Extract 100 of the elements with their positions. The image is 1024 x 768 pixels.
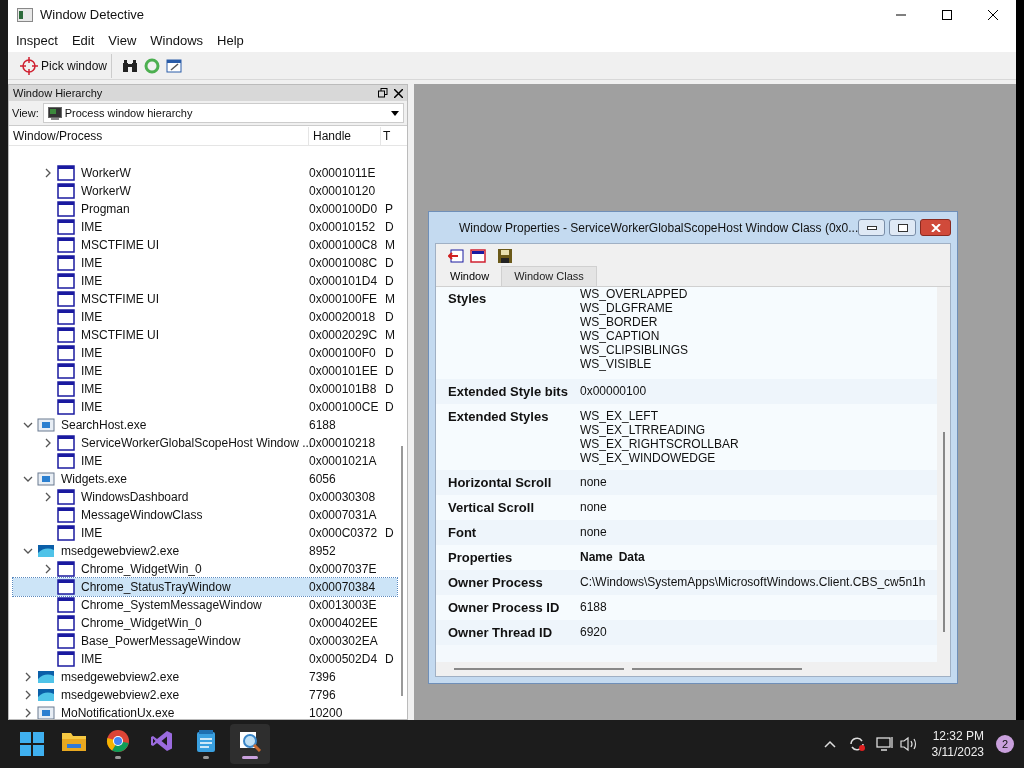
tree-row[interactable]: IME 0x000101B8 D [13, 380, 397, 398]
tree-row[interactable]: Progman 0x000100D0 P [13, 200, 397, 218]
tree-row[interactable]: IME 0x00010152 D [13, 218, 397, 236]
scrollbar-thumb[interactable] [401, 446, 403, 696]
edit-icon[interactable] [166, 57, 183, 74]
tree-label: IME [81, 399, 103, 416]
chevron-up-icon[interactable] [823, 740, 836, 748]
tree-row[interactable]: MoNotificationUx.exe 10200 [13, 704, 397, 719]
column-header[interactable]: Window/Process [9, 126, 309, 145]
dropdown-arrow-icon [391, 110, 399, 116]
tree-label: IME [81, 309, 103, 326]
tree-row[interactable]: Chrome_SystemMessageWindow 0x0013003E [13, 596, 397, 614]
tree-label: WorkerW [81, 183, 131, 200]
window-icon [57, 561, 75, 577]
tree-row[interactable]: Widgets.exe 6056 [13, 470, 397, 488]
window-icon [57, 381, 75, 397]
column-header[interactable]: T [381, 126, 393, 145]
tree-row[interactable]: IME 0x000101EE D [13, 362, 397, 380]
chevron-down-icon[interactable] [23, 474, 33, 484]
window-icon [57, 525, 75, 541]
tab[interactable]: Window Class [501, 266, 597, 286]
tree-row[interactable]: MSCTFIME UI 0x000100FE M [13, 290, 397, 308]
notification-badge[interactable]: 2 [996, 735, 1014, 753]
window-highlight-icon[interactable] [470, 248, 486, 263]
window-icon [57, 327, 75, 343]
tree-row[interactable]: IME 0x000100CE D [13, 398, 397, 416]
maximize-button[interactable] [889, 219, 917, 236]
tree-row[interactable]: IME 0x000101D4 D [13, 272, 397, 290]
handle-text: 0x00070384 [309, 579, 377, 596]
taskbar-button[interactable] [230, 724, 270, 764]
window-icon [57, 399, 75, 415]
property-value: 0x00000100 [580, 384, 647, 398]
clock-date[interactable]: 3/11/2023 [931, 744, 984, 760]
tree-row[interactable]: MessageWindowClass 0x0007031A [13, 506, 397, 524]
tree-row[interactable]: WindowsDashboard 0x00030308 [13, 488, 397, 506]
tree-row[interactable]: Base_PowerMessageWindow 0x000302EA [13, 632, 397, 650]
view-dropdown[interactable]: Process window hierarchy [42, 103, 404, 123]
minimize-button[interactable] [858, 219, 886, 236]
volume-icon[interactable] [899, 736, 918, 752]
chevron-right-icon[interactable] [43, 438, 53, 448]
window-icon [57, 453, 75, 469]
property-name: Owner Thread ID [448, 625, 554, 640]
menu-item[interactable]: Edit [65, 31, 101, 51]
window-icon [57, 201, 75, 217]
chevron-right-icon[interactable] [43, 564, 53, 574]
menu-item[interactable]: Windows [144, 31, 210, 51]
chevron-down-icon[interactable] [23, 420, 33, 430]
close-button[interactable] [920, 219, 951, 236]
properties-window-title: Window Properties - ServiceWorkerGlobalScopeHost Window Class (0x0... [458, 219, 859, 237]
tree-label: Base_PowerMessageWindow [81, 633, 241, 650]
scrollbar-thumb[interactable] [632, 668, 802, 670]
tree-row[interactable]: IME 0x0001008C D [13, 254, 397, 272]
close-icon[interactable] [394, 88, 403, 98]
tree-row[interactable]: Chrome_StatusTrayWindow 0x00070384 [13, 578, 397, 596]
tree-row[interactable]: MSCTFIME UI 0x000100C8 M [13, 236, 397, 254]
wave-icon [37, 669, 55, 685]
tree-row[interactable]: Chrome_WidgetWin_0 0x0007037E [13, 560, 397, 578]
property-value: none [580, 525, 607, 539]
network-icon[interactable] [875, 736, 894, 752]
tree-row[interactable]: WorkerW 0x00010120 [13, 182, 397, 200]
pick-window-button[interactable]: Pick window [20, 53, 113, 78]
menu-item[interactable]: View [102, 31, 143, 51]
tree-row[interactable]: MSCTFIME UI 0x0002029C M [13, 326, 397, 344]
tree-row[interactable]: Chrome_WidgetWin_0 0x000402EE [13, 614, 397, 632]
property-value: WS_OVERLAPPED [580, 287, 689, 301]
scrollbar-thumb[interactable] [942, 432, 945, 632]
menu-item[interactable]: Help [211, 31, 250, 51]
chevron-right-icon[interactable] [43, 492, 53, 502]
tree-label: MoNotificationUx.exe [61, 705, 175, 719]
tree-row[interactable]: ServiceWorkerGlobalScopeHost Window ...0x00010218 [13, 434, 397, 452]
save-icon[interactable] [498, 248, 512, 263]
tree-row[interactable]: msedgewebview2.exe 8952 [13, 542, 397, 560]
tree-row[interactable]: IME 0x00020018 D [13, 308, 397, 326]
chevron-right-icon[interactable] [43, 168, 53, 178]
tree-row[interactable]: IME 0x0001021A [13, 452, 397, 470]
handle-text: 6056 [309, 471, 337, 488]
tree-row[interactable]: WorkerW 0x0001011E [13, 164, 397, 182]
binoculars-icon[interactable] [122, 58, 139, 73]
float-icon[interactable] [378, 88, 388, 98]
column-header[interactable]: Handle [309, 126, 381, 145]
scrollbar-thumb[interactable] [454, 668, 624, 670]
tree-row[interactable]: SearchHost.exe 6188 [13, 416, 397, 434]
property-name: Properties [448, 550, 514, 565]
menu-item[interactable]: Inspect [10, 31, 64, 51]
tree-row[interactable]: IME 0x000C0372 D [13, 524, 397, 542]
property-name: Extended Styles [448, 409, 550, 426]
column-3-text: D [385, 273, 395, 290]
handle-text: 0x0013003E [309, 597, 378, 614]
view-value: Process window hierarchy [64, 105, 194, 121]
sync-icon[interactable] [847, 736, 866, 752]
folder-icon [61, 730, 87, 752]
tree-row[interactable]: msedgewebview2.exe 7796 [13, 686, 397, 704]
tree-label: IME [81, 345, 103, 362]
start-icon[interactable] [20, 732, 44, 756]
clock-time[interactable]: 12:32 PM [932, 728, 984, 744]
chevron-down-icon[interactable] [23, 546, 33, 556]
tree-row[interactable]: msedgewebview2.exe 7396 [13, 668, 397, 686]
tree-row[interactable]: IME 0x000100F0 D [13, 344, 397, 362]
tree-label: SearchHost.exe [61, 417, 147, 434]
tree-row[interactable]: IME 0x000502D4 D [13, 650, 397, 668]
